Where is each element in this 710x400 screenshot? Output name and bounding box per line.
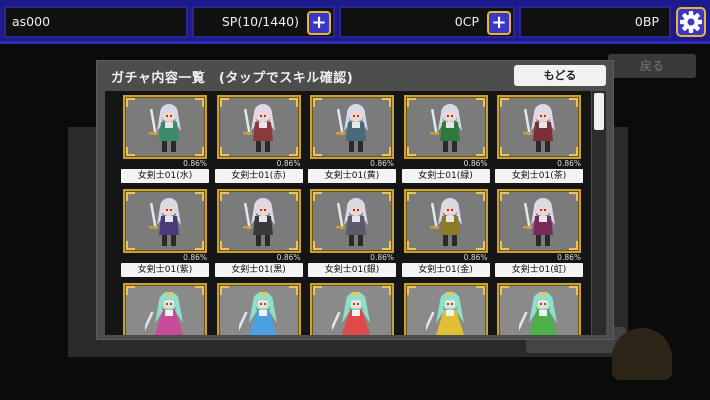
character-sprite: [242, 104, 275, 152]
drop-rate: 0.86%: [183, 253, 207, 262]
background-back-button: 戻る: [608, 54, 696, 78]
player-name: as000: [12, 14, 51, 29]
drop-rate: 0.86%: [557, 159, 581, 168]
add-cp-button[interactable]: +: [487, 11, 511, 35]
add-sp-button[interactable]: +: [307, 11, 331, 35]
drop-rate: 0.86%: [557, 253, 581, 262]
sp-panel: SP(10/1440) +: [192, 6, 335, 38]
item-portrait-frame: [310, 283, 394, 335]
character-sprite: [332, 292, 371, 335]
item-portrait-frame: [497, 283, 581, 335]
cp-value: 0CP: [454, 14, 479, 29]
item-portrait-frame: [123, 283, 207, 335]
character-sprite: [149, 104, 181, 152]
item-portrait-frame: [497, 189, 581, 253]
bp-value: 0BP: [634, 14, 659, 29]
item-name: 女剣士01(緑): [401, 169, 490, 183]
gacha-contents-modal: ガチャ内容一覧 (タップでスキル確認) もどる 0.86% 女剣士01(水) 0.8…: [96, 60, 614, 340]
item-portrait-frame: [216, 283, 301, 335]
item-name: 女剣士01(黄): [308, 169, 396, 183]
drop-rate: 0.86%: [370, 159, 394, 168]
character-sprite: [425, 292, 464, 335]
item-portrait-frame: [123, 95, 207, 159]
character-sprite: [336, 104, 368, 152]
item-portrait-frame: [310, 189, 394, 253]
item-portrait-frame: [403, 95, 488, 159]
character-sprite: [523, 198, 555, 246]
drop-rate: 0.86%: [463, 159, 488, 168]
drop-rate: 0.86%: [183, 159, 207, 168]
character-sprite: [429, 198, 462, 246]
item-name: 女剣士01(金): [401, 263, 490, 277]
modal-title: ガチャ内容一覧 (タップでスキル確認): [111, 71, 354, 86]
item-portrait-frame: [310, 95, 394, 159]
top-status-bar: as000 SP(10/1440) + 0CP + 0BP: [0, 0, 710, 44]
item-name: 女剣士01(虹): [495, 263, 583, 277]
drop-rate: 0.86%: [276, 159, 301, 168]
sp-value: SP(10/1440): [221, 14, 299, 29]
settings-button[interactable]: [676, 7, 706, 37]
drop-rate: 0.86%: [276, 253, 301, 262]
background-character: [612, 328, 672, 380]
player-name-panel: as000: [4, 6, 188, 38]
item-name: 女剣士01(黒): [214, 263, 303, 277]
character-sprite: [149, 198, 181, 246]
scrollbar[interactable]: [592, 91, 606, 335]
character-sprite: [523, 104, 555, 152]
item-name: 女剣士01(赤): [214, 169, 303, 183]
character-sprite: [429, 104, 462, 152]
item-name: 女剣士01(銀): [308, 263, 396, 277]
item-portrait-frame: [123, 189, 207, 253]
character-sprite: [145, 292, 184, 335]
close-button[interactable]: もどる: [514, 65, 606, 86]
item-name: 女剣士01(紫): [121, 263, 209, 277]
item-portrait-frame: [497, 95, 581, 159]
character-sprite: [336, 198, 368, 246]
character-sprite: [519, 292, 558, 335]
item-name: 女剣士01(茶): [495, 169, 583, 183]
bp-panel: 0BP: [519, 6, 671, 38]
drop-rate: 0.86%: [463, 253, 488, 262]
cp-panel: 0CP +: [339, 6, 515, 38]
gacha-item-list[interactable]: 0.86% 女剣士01(水) 0.86% 女剣士01(赤) 0.86% 女剣士01(黄) 0…: [105, 91, 591, 335]
item-portrait-frame: [403, 283, 488, 335]
item-portrait-frame: [216, 95, 301, 159]
item-portrait-frame: [403, 189, 488, 253]
character-sprite: [242, 198, 275, 246]
item-portrait-frame: [216, 189, 301, 253]
item-name: 女剣士01(水): [121, 169, 209, 183]
scrollbar-thumb[interactable]: [594, 93, 604, 130]
drop-rate: 0.86%: [370, 253, 394, 262]
character-sprite: [238, 292, 277, 335]
gear-icon: [680, 11, 702, 33]
